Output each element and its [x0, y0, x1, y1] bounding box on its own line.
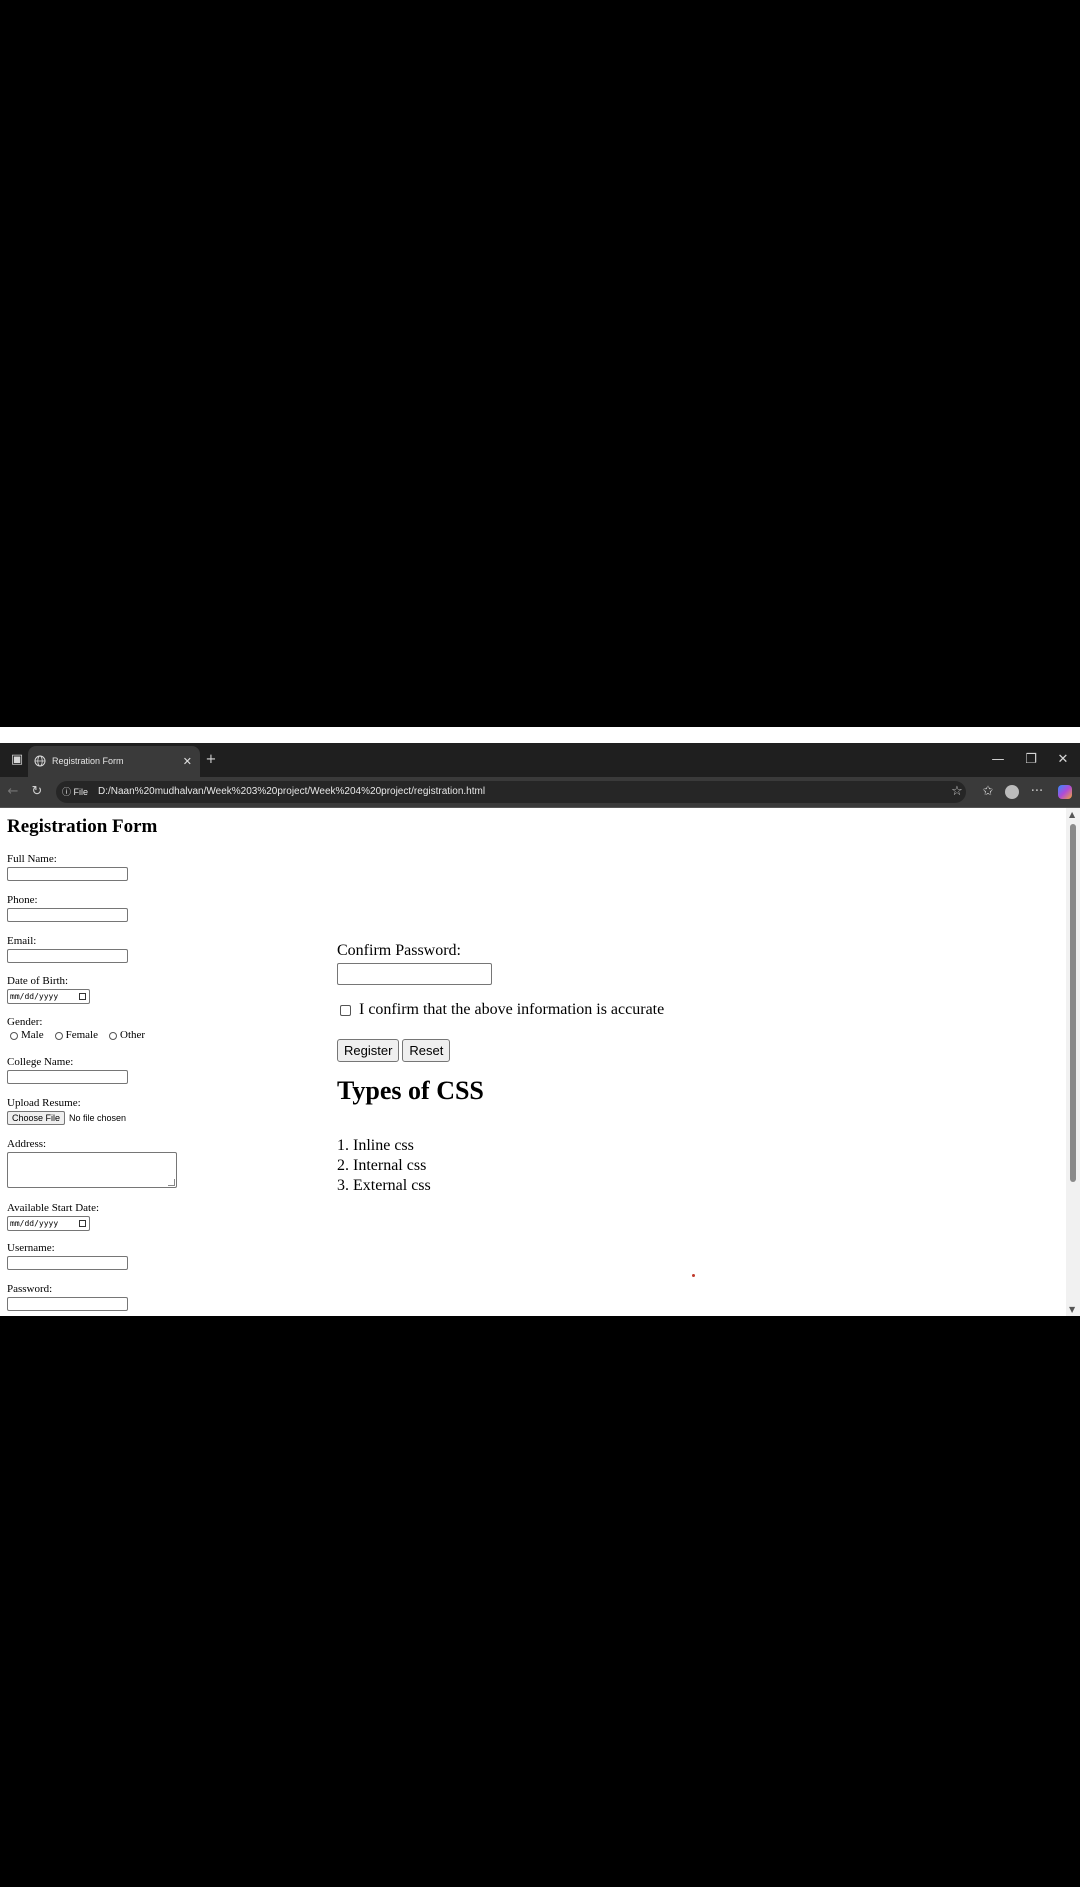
restore-button[interactable]: ❐ — [1014, 743, 1048, 777]
password-label: Password: — [7, 1283, 53, 1295]
page-content: Registration Form Full Name: Phone: Emai… — [2, 808, 1066, 1316]
college-input[interactable] — [7, 1070, 128, 1084]
address-label: Address: — [7, 1138, 47, 1150]
address-group: Address: — [7, 1138, 177, 1188]
gender-label: Gender: — [7, 1016, 43, 1028]
gender-male-radio[interactable] — [10, 1031, 18, 1040]
resize-grip-icon[interactable] — [168, 1179, 175, 1186]
favorite-star-icon[interactable]: ☆ — [944, 777, 970, 807]
tab-bar: ▣ Registration Form ✕ + — ❐ ✕ — [0, 743, 1080, 777]
tab-registration-form[interactable]: Registration Form ✕ — [28, 746, 200, 777]
phone-label: Phone: — [7, 894, 38, 906]
gender-other-label: Other — [120, 1029, 146, 1041]
start-date-label: Available Start Date: — [7, 1202, 100, 1214]
vertical-scrollbar[interactable]: ▲ ▼ — [1066, 808, 1080, 1316]
password-input[interactable] — [7, 1297, 128, 1311]
gender-group: Gender: Male Female Other — [7, 1016, 153, 1042]
username-label: Username: — [7, 1242, 55, 1254]
tab-title: Registration Form — [52, 756, 124, 766]
new-tab-button[interactable]: + — [194, 743, 228, 777]
more-icon[interactable]: ··· — [1024, 777, 1050, 807]
confirm-checkbox-row: I confirm that the above information is … — [340, 1001, 664, 1019]
calendar-icon[interactable] — [79, 1220, 86, 1227]
confirm-password-input[interactable] — [337, 963, 492, 985]
email-label: Email: — [7, 935, 37, 947]
email-input[interactable] — [7, 949, 128, 963]
full-name-group: Full Name: — [7, 853, 128, 881]
copilot-icon[interactable] — [1052, 777, 1078, 807]
confirm-checkbox[interactable] — [340, 1004, 351, 1016]
dob-group: Date of Birth: mm/dd/yyyy — [7, 975, 90, 1004]
full-name-label: Full Name: — [7, 853, 57, 865]
username-group: Username: — [7, 1242, 128, 1270]
browser-window: ▣ Registration Form ✕ + — ❐ ✕ ← ↻ ⓘ File… — [0, 727, 1080, 1316]
phone-input[interactable] — [7, 908, 128, 922]
css-types-list: 1. Inline css 2. Internal css 3. Externa… — [337, 1136, 431, 1196]
profile-avatar[interactable] — [999, 777, 1025, 807]
choose-file-button[interactable]: Choose File — [7, 1111, 66, 1125]
start-date-placeholder: mm/dd/yyyy — [10, 1219, 59, 1228]
gender-other-radio[interactable] — [109, 1031, 117, 1040]
password-group: Password: — [7, 1283, 128, 1311]
gender-male-label: Male — [21, 1029, 44, 1041]
gender-female-radio[interactable] — [54, 1031, 63, 1040]
college-group: College Name: — [7, 1056, 128, 1084]
window-close-button[interactable]: ✕ — [1046, 743, 1080, 777]
dob-label: Date of Birth: — [7, 975, 69, 987]
register-button[interactable]: Register — [337, 1039, 400, 1062]
reset-button[interactable]: Reset — [402, 1039, 451, 1062]
form-buttons: Register Reset — [337, 1039, 453, 1062]
start-date-input[interactable]: mm/dd/yyyy — [7, 1216, 90, 1231]
gender-female-label: Female — [65, 1029, 98, 1041]
full-name-input[interactable] — [7, 867, 128, 881]
address-textarea[interactable] — [7, 1152, 177, 1188]
url-text[interactable]: D:/Naan%20mudhalvan/Week%203%20project/W… — [98, 781, 485, 803]
start-date-group: Available Start Date: mm/dd/yyyy — [7, 1202, 99, 1231]
list-item: 2. Internal css — [337, 1157, 427, 1174]
list-item: 3. External css — [337, 1177, 431, 1194]
address-bar: ← ↻ ⓘ File D:/Naan%20mudhalvan/Week%203%… — [0, 777, 1080, 808]
confirm-password-label: Confirm Password: — [337, 942, 461, 959]
page-title: Registration Form — [7, 816, 158, 837]
cursor-dot — [692, 1274, 695, 1277]
college-label: College Name: — [7, 1056, 74, 1068]
calendar-icon[interactable] — [79, 993, 86, 1000]
list-item: 1. Inline css — [337, 1137, 414, 1154]
file-status: No file chosen — [69, 1113, 127, 1123]
phone-group: Phone: — [7, 894, 128, 922]
favorites-icon[interactable]: ✩ — [975, 777, 1001, 807]
scroll-thumb[interactable] — [1070, 824, 1076, 1182]
email-group: Email: — [7, 935, 128, 963]
dob-input[interactable]: mm/dd/yyyy — [7, 989, 90, 1004]
url-field[interactable]: ⓘ File D:/Naan%20mudhalvan/Week%203%20pr… — [56, 781, 966, 803]
globe-icon — [34, 755, 46, 767]
refresh-icon[interactable]: ↻ — [24, 777, 50, 807]
scroll-up-icon[interactable]: ▲ — [1069, 810, 1075, 819]
dob-placeholder: mm/dd/yyyy — [10, 992, 59, 1001]
minimize-button[interactable]: — — [981, 743, 1015, 777]
file-label: File — [73, 787, 89, 797]
scroll-down-icon[interactable]: ▼ — [1069, 1305, 1075, 1314]
back-icon[interactable]: ← — [0, 777, 26, 807]
close-icon[interactable]: ✕ — [183, 746, 192, 777]
resume-group: Upload Resume: Choose File No file chose… — [7, 1097, 126, 1125]
resume-label: Upload Resume: — [7, 1097, 81, 1109]
css-types-heading: Types of CSS — [337, 1076, 484, 1105]
username-input[interactable] — [7, 1256, 128, 1270]
confirm-password-group: Confirm Password: — [337, 942, 492, 985]
confirm-checkbox-label: I confirm that the above information is … — [359, 1001, 665, 1018]
site-info[interactable]: ⓘ File — [62, 781, 88, 803]
